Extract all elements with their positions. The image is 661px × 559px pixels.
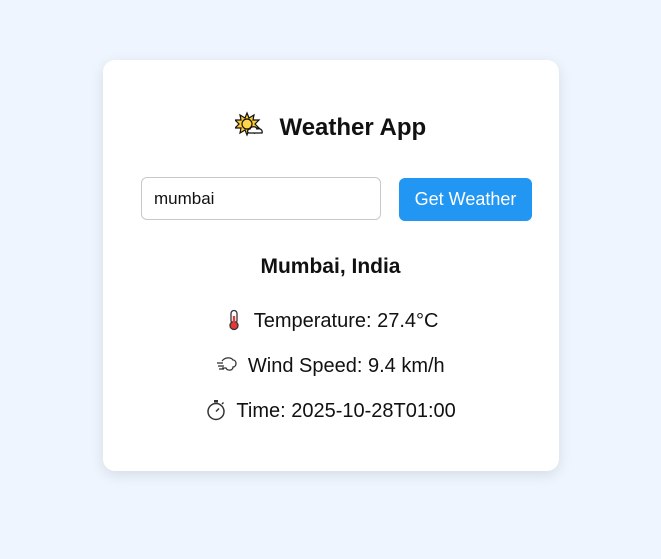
stopwatch-icon xyxy=(205,399,227,421)
location-heading: Mumbai, India xyxy=(260,255,401,278)
time-text: Time: 2025-10-28T01:00 xyxy=(236,400,456,422)
app-title: Weather App xyxy=(279,114,427,141)
wind-icon xyxy=(216,354,238,376)
wind-speed-row: Wind Speed: 9.4 km/h xyxy=(0,352,661,380)
wind-speed-text: Wind Speed: 9.4 km/h xyxy=(247,355,445,377)
city-search-input[interactable] xyxy=(141,177,381,220)
time-row: Time: 2025-10-28T01:00 xyxy=(0,397,661,425)
temperature-row: Temperature: 27.4°C xyxy=(0,307,661,335)
app-title-row: Weather App xyxy=(0,110,661,146)
thermometer-icon xyxy=(223,309,245,331)
sun-behind-cloud-icon xyxy=(233,111,265,141)
temperature-text: Temperature: 27.4°C xyxy=(253,310,439,332)
get-weather-button[interactable]: Get Weather xyxy=(399,178,532,221)
